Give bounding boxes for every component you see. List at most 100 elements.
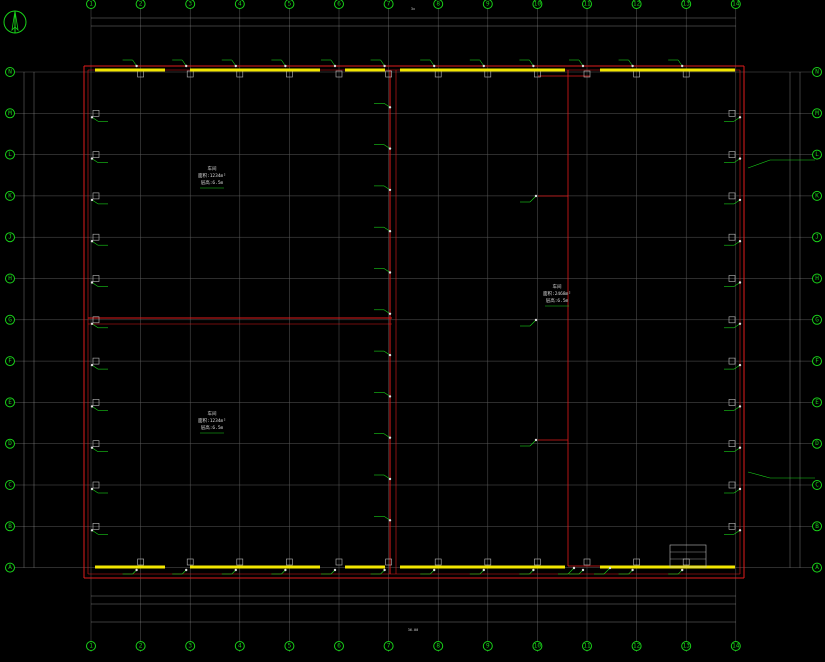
axis-bubble-label: 14 (732, 643, 740, 650)
room-label-line: 面积:2468m² (543, 290, 571, 297)
equipment-tag (724, 487, 742, 494)
axis-bubble: G (812, 314, 822, 325)
axis-bubble-label: 7 (387, 643, 391, 650)
walls (83, 65, 745, 579)
axis-bubble: 14 (730, 0, 741, 9)
equipment-tag (90, 157, 108, 163)
axis-bubble: H (5, 273, 15, 284)
axis-bubble-label: C (815, 482, 819, 489)
axis-bubbles-left: N M L K J H G F E D C B A (5, 67, 15, 573)
axis-bubble: 6 (334, 0, 344, 9)
axis-bubble: D (812, 438, 822, 449)
axis-bubble: K (812, 190, 822, 201)
axis-bubble: N (5, 67, 15, 77)
equipment-tag (420, 568, 436, 575)
axis-bubble-label: 3 (188, 643, 192, 650)
axis-bubble: 14 (730, 641, 741, 651)
axis-bubble-label: 11 (583, 643, 591, 650)
axis-bubble-label: L (8, 151, 12, 158)
axis-bubble: 6 (334, 641, 344, 651)
equipment-tag (221, 568, 237, 575)
axis-bubble-label: C (8, 482, 12, 489)
axis-bubble: J (812, 232, 822, 243)
equipment-tag (724, 446, 742, 453)
axis-bubble-label: 6 (337, 1, 341, 8)
axis-bubble-label: E (8, 399, 12, 406)
equipment-tag (90, 405, 108, 411)
equipment-tag (724, 198, 742, 205)
axis-bubble: 1 (86, 0, 96, 9)
room-label-line: 车间 (208, 410, 217, 417)
equipment-tag (321, 568, 337, 575)
equipment-tag (668, 568, 684, 575)
axis-bubble: 5 (284, 641, 295, 651)
axis-bubble-label: 4 (238, 1, 242, 8)
room-label-top-left: 车间 面积:1234m² 层高:6.5m (198, 165, 226, 189)
axis-bubble-label: 9 (486, 1, 490, 8)
axis-bubble-label: 11 (583, 1, 591, 8)
axis-bubble: J (5, 232, 15, 243)
equipment-tag (90, 198, 108, 205)
room-label-line: 车间 (553, 283, 562, 290)
axis-bubble: 12 (631, 641, 642, 651)
axis-bubble-label: A (8, 564, 12, 571)
window-strip (95, 565, 165, 569)
axis-bubble: 7 (383, 0, 394, 9)
axis-bubble: 9 (482, 641, 493, 651)
equipment-tag (618, 568, 634, 575)
axis-bubble: E (812, 397, 822, 408)
room-label-line: 层高:6.5m (546, 297, 569, 304)
equipment-tags (90, 59, 815, 575)
axis-bubble-label: K (8, 192, 12, 199)
axis-bubble: 1 (86, 641, 96, 651)
axis-bubble-label: G (8, 316, 12, 323)
axis-bubble: B (812, 521, 822, 532)
axis-bubble-label: H (815, 275, 819, 282)
axis-bubble-label: 10 (534, 1, 542, 8)
axis-bubble: K (5, 190, 15, 201)
axis-bubble-label: 10 (534, 643, 542, 650)
equipment-tag (90, 322, 108, 329)
axis-bubble-label: 7 (387, 1, 391, 8)
equipment-tag (724, 322, 742, 329)
room-label-line: 面积:1234m² (198, 172, 226, 179)
room-label-line: 层高:6.5m (201, 424, 224, 431)
window-strip (345, 565, 385, 569)
axis-bubble-label: E (815, 399, 819, 406)
axis-bubble-label: 8 (436, 643, 440, 650)
axis-bubble: 7 (383, 641, 394, 651)
axis-bubble: H (812, 273, 822, 284)
equipment-tag (724, 405, 742, 411)
axis-bubble-label: 2 (139, 1, 143, 8)
axis-bubble-label: B (815, 523, 819, 530)
axis-bubble-label: M (815, 110, 819, 117)
axis-bubble: 4 (234, 0, 245, 9)
axis-bubble: 12 (631, 0, 642, 9)
window-strip (345, 68, 385, 72)
axis-bubble: 13 (681, 641, 692, 651)
axis-bubble: L (5, 149, 15, 160)
window-strip (400, 68, 565, 72)
axis-bubble: G (5, 314, 15, 325)
axis-bubble-label: 6 (337, 643, 341, 650)
axis-bubble: N (812, 67, 822, 77)
equipment-tag (724, 240, 742, 246)
bottom-total-dimension: 36.00 (408, 628, 419, 632)
axis-bubble: 5 (284, 0, 295, 9)
axis-bubble-label: 13 (683, 643, 691, 650)
axis-bubble-label: D (8, 440, 12, 447)
equipment-tag (90, 487, 108, 494)
window-strip (95, 68, 165, 72)
axis-bubble-label: N (8, 69, 12, 76)
axis-bubble: M (812, 108, 822, 119)
axis-bubble-label: 2 (139, 643, 143, 650)
axis-bubble: 8 (433, 0, 444, 9)
axis-bubble: F (812, 356, 822, 367)
axis-bubble-label: L (815, 151, 819, 158)
room-label-line: 层高:6.5m (201, 179, 224, 186)
axis-bubble-label: 8 (436, 1, 440, 8)
window-strip (600, 68, 735, 72)
axis-bubbles-right: N M L K J H G F E D C B A (812, 67, 822, 573)
equipment-tag (724, 116, 742, 122)
axis-bubble: 11 (582, 0, 592, 9)
